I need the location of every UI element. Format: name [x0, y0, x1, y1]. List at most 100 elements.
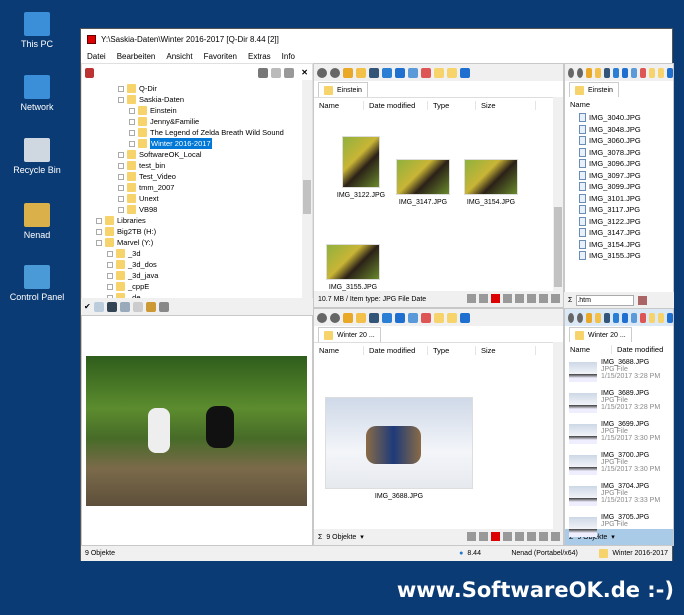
email-icon[interactable]	[479, 531, 488, 541]
desktop-icon[interactable]: This PC	[0, 12, 74, 49]
properties-icon[interactable]	[539, 293, 548, 303]
paste-icon[interactable]	[527, 293, 536, 303]
up-icon[interactable]	[343, 67, 353, 78]
preview-icon[interactable]	[93, 301, 104, 312]
computer-icon[interactable]	[408, 312, 418, 323]
expand-icon[interactable]	[107, 272, 113, 279]
computer-icon[interactable]	[631, 67, 637, 78]
forward-icon[interactable]	[330, 67, 340, 78]
tree-item[interactable]: Q-Dir	[118, 83, 157, 94]
delete-icon[interactable]	[491, 531, 500, 541]
tree-item[interactable]: Test_Video	[118, 171, 176, 182]
list-icon[interactable]	[132, 301, 143, 312]
folder-icon[interactable]	[658, 67, 664, 78]
file-item[interactable]: IMG_3078.JPG	[565, 147, 673, 159]
layout-icon[interactable]	[258, 67, 269, 78]
forward-icon[interactable]	[330, 312, 340, 323]
object-count[interactable]: 9 Objekte	[326, 534, 356, 541]
view-icon[interactable]	[369, 312, 379, 323]
expand-icon[interactable]	[118, 151, 124, 158]
file-item[interactable]: IMG_3048.JPG	[565, 124, 673, 136]
delete-icon[interactable]	[491, 293, 500, 303]
desktop-icon[interactable]: Nenad	[0, 203, 74, 240]
window-icon[interactable]	[551, 531, 560, 541]
up-icon[interactable]	[343, 312, 353, 323]
pane1-scrollbar[interactable]	[553, 97, 563, 291]
cut-icon[interactable]	[503, 531, 512, 541]
column-name[interactable]: Name	[565, 100, 590, 109]
new-folder-icon[interactable]	[356, 67, 366, 78]
lightning-icon[interactable]	[467, 531, 476, 541]
back-icon[interactable]	[568, 67, 574, 78]
check-icon[interactable]: ✔	[84, 302, 91, 311]
back-icon[interactable]	[317, 67, 327, 78]
file-item[interactable]: IMG_3040.JPG	[565, 112, 673, 124]
file-item[interactable]: IMG_3122.JPG	[565, 216, 673, 228]
drive-icon[interactable]	[640, 312, 646, 323]
refresh-icon[interactable]	[271, 67, 282, 78]
forward-icon[interactable]	[577, 312, 583, 323]
expand-icon[interactable]	[118, 184, 124, 191]
pane3-scrollbar[interactable]	[553, 342, 563, 529]
folder-icon[interactable]	[649, 67, 655, 78]
forward-icon[interactable]	[577, 67, 583, 78]
new-folder-icon[interactable]	[595, 312, 601, 323]
back-icon[interactable]	[568, 312, 574, 323]
folder-icon[interactable]	[447, 67, 457, 78]
folder-icon[interactable]	[434, 67, 444, 78]
thumbnail-item[interactable]: IMG_3154.JPG	[458, 159, 524, 206]
expand-icon[interactable]	[129, 107, 135, 114]
column-type[interactable]: Type	[428, 100, 476, 110]
file-item[interactable]: IMG_3101.JPG	[565, 193, 673, 205]
desktop-icon[interactable]	[395, 312, 405, 323]
file-item[interactable]: IMG_3688.JPG JPG File 1/15/2017 3:28 PM	[569, 359, 660, 387]
up-icon[interactable]	[586, 67, 592, 78]
file-item[interactable]: IMG_3117.JPG	[565, 204, 673, 216]
tree-item[interactable]: _3d_java	[107, 270, 158, 281]
monitor-icon[interactable]	[667, 312, 673, 323]
refresh-icon[interactable]	[382, 67, 392, 78]
tab-einstein[interactable]: Einstein	[318, 82, 368, 97]
drive-icon[interactable]	[421, 312, 431, 323]
refresh-icon[interactable]	[613, 312, 619, 323]
column-size[interactable]: Size	[476, 345, 536, 355]
tab-winter-2[interactable]: Winter 20 ...	[569, 327, 632, 342]
thumbnail-item[interactable]: IMG_3688.JPG	[324, 397, 474, 500]
filter-input[interactable]	[576, 294, 635, 306]
monitor-icon[interactable]	[460, 312, 470, 323]
folder-icon[interactable]	[649, 312, 655, 323]
file-item[interactable]: IMG_3699.JPG JPG File 1/15/2017 3:30 PM	[569, 421, 660, 449]
tree-item[interactable]: VB98	[118, 204, 157, 215]
thumbnail-item[interactable]: IMG_3155.JPG	[320, 244, 386, 291]
column-type[interactable]: Type	[428, 345, 476, 355]
properties-icon[interactable]	[539, 531, 548, 541]
file-item[interactable]: IMG_3096.JPG	[565, 158, 673, 170]
tree-item[interactable]: Big2TB (H:)	[96, 226, 156, 237]
new-folder-icon[interactable]	[595, 67, 601, 78]
expand-icon[interactable]	[96, 217, 102, 224]
lightning-icon[interactable]	[467, 293, 476, 303]
menu-item[interactable]: Ansicht	[166, 52, 192, 61]
cut-icon[interactable]	[503, 293, 512, 303]
tab-winter[interactable]: Winter 20 ...	[318, 327, 381, 342]
file-item[interactable]: IMG_3700.JPG JPG File 1/15/2017 3:30 PM	[569, 452, 660, 480]
up-icon[interactable]	[586, 312, 592, 323]
folder-icon[interactable]	[434, 312, 444, 323]
tree-item[interactable]: Marvel (Y:)	[96, 237, 153, 248]
view-icon[interactable]	[369, 67, 379, 78]
column-date-modified[interactable]: Date modified	[612, 345, 663, 354]
email-icon[interactable]	[479, 293, 488, 303]
expand-icon[interactable]	[107, 283, 113, 290]
tab-einstein-2[interactable]: Einstein	[569, 82, 619, 97]
tree-item[interactable]: SoftwareOK_Local	[118, 149, 202, 160]
file-item[interactable]: IMG_3705.JPG JPG File	[569, 514, 649, 542]
file-item[interactable]: IMG_3154.JPG	[565, 239, 673, 251]
refresh-icon[interactable]	[613, 67, 619, 78]
tree-item[interactable]: Libraries	[96, 215, 146, 226]
tree-item[interactable]: _cppE	[107, 281, 149, 292]
expand-icon[interactable]	[129, 118, 135, 125]
expand-icon[interactable]	[107, 261, 113, 268]
tree-item[interactable]: The Legend of Zelda Breath Wild Sound	[129, 127, 284, 138]
menu-item[interactable]: Info	[282, 52, 295, 61]
expand-icon[interactable]	[107, 250, 113, 257]
